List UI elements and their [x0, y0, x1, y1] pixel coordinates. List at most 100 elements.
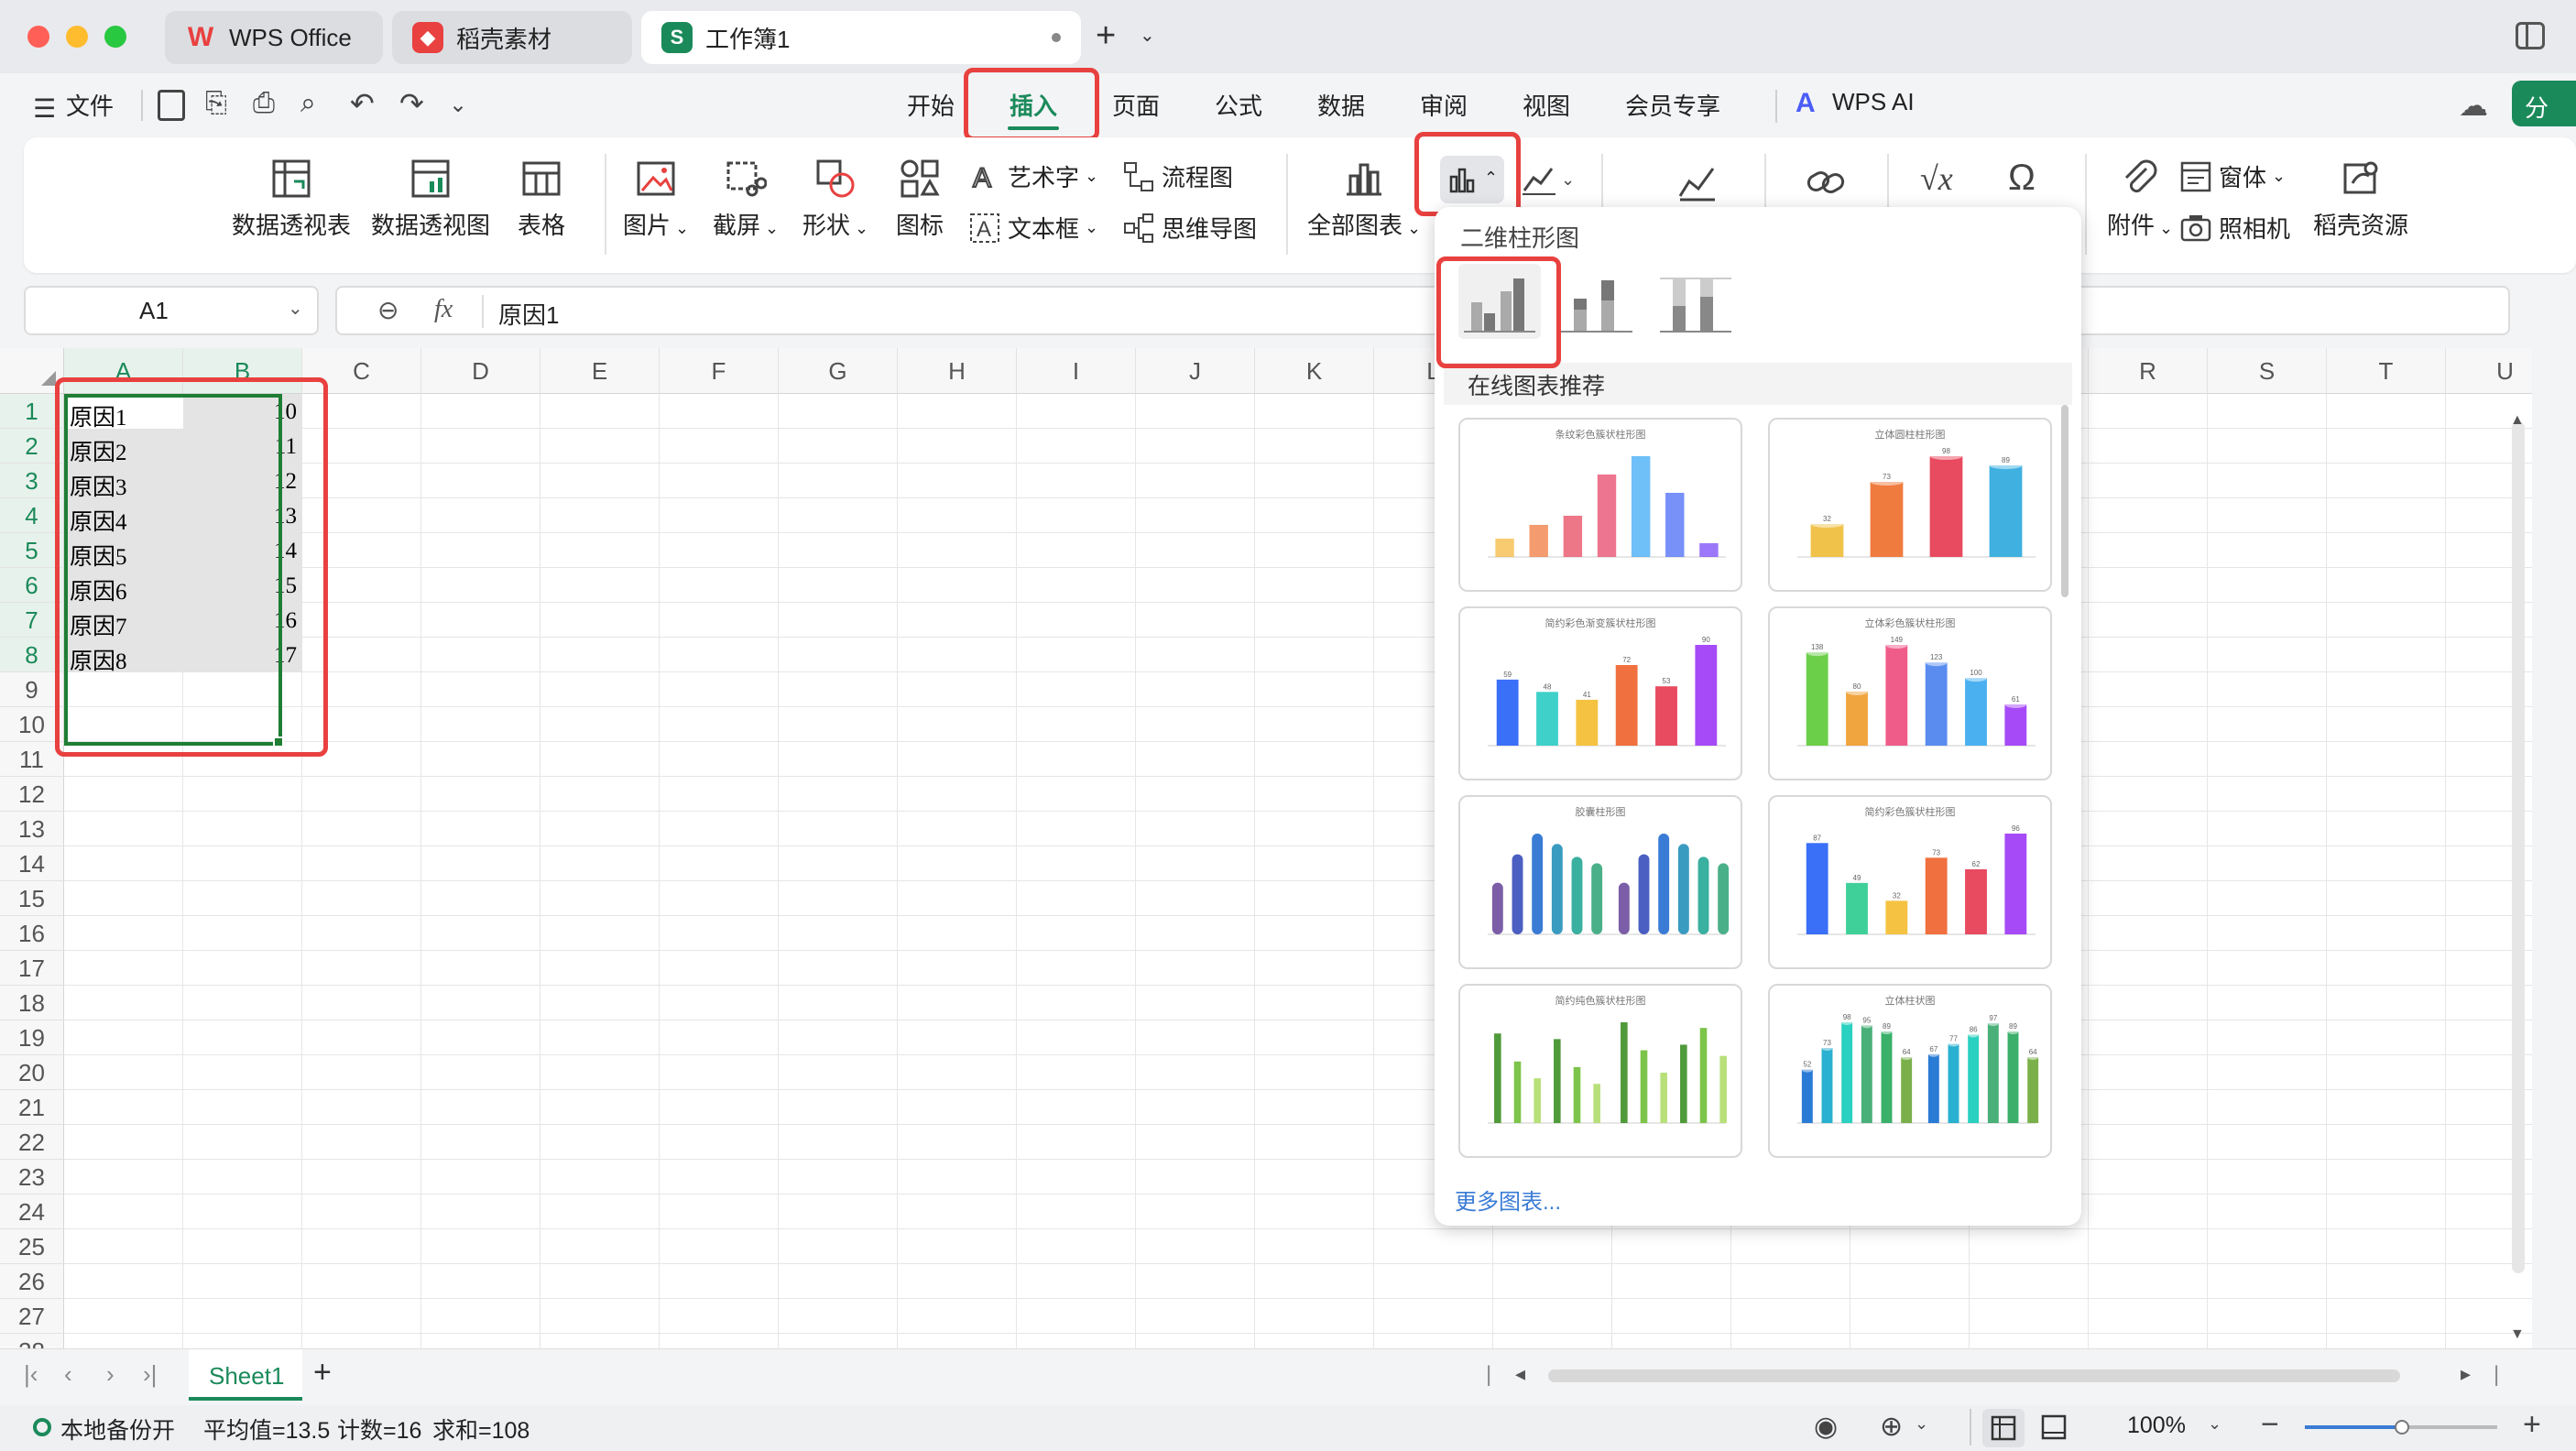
page-view-button[interactable]: [2041, 1414, 2067, 1445]
chart-template-card[interactable]: 立体圆柱柱形图 32 73 98 89: [1768, 418, 2052, 592]
split-handle-right[interactable]: |: [2494, 1362, 2499, 1388]
chevron-down-icon[interactable]: ⌄: [1915, 1414, 1928, 1434]
spreadsheet-grid[interactable]: ABCDEFGHIJKLMNOPQRSTUVW 1234567891011121…: [0, 348, 2532, 1348]
row-header[interactable]: 17: [0, 951, 64, 986]
name-box[interactable]: A1 ⌄: [24, 286, 319, 335]
row-header[interactable]: 24: [0, 1195, 64, 1229]
row-header[interactable]: 23: [0, 1160, 64, 1195]
form-button[interactable]: 窗体 ⌄: [2180, 159, 2286, 193]
tab-wps-office[interactable]: W WPS Office: [165, 11, 383, 64]
wps-ai-button[interactable]: WPS AI: [1832, 88, 1915, 116]
eye-protection-icon[interactable]: ◉: [1814, 1411, 1838, 1443]
sparkline-button[interactable]: [1676, 161, 1719, 208]
menu-tab-view[interactable]: 视图: [1523, 88, 1570, 122]
tab-workbook1[interactable]: S 工作簿1: [641, 11, 1081, 64]
normal-view-button[interactable]: [1982, 1409, 2025, 1447]
scroll-right-icon[interactable]: ▸: [2461, 1362, 2471, 1386]
pivot-table-button[interactable]: 数据透视表: [227, 158, 355, 241]
row-header[interactable]: 22: [0, 1125, 64, 1160]
more-chevron-icon[interactable]: ⌄: [449, 92, 467, 118]
chart-template-card[interactable]: 胶囊柱形图: [1458, 795, 1742, 969]
art-text-button[interactable]: A 艺术字 ⌄: [969, 159, 1098, 193]
row-header[interactable]: 27: [0, 1299, 64, 1334]
menu-tab-formula[interactable]: 公式: [1215, 88, 1262, 122]
zoom-level[interactable]: 100%: [2127, 1413, 2186, 1439]
attachment-button[interactable]: 附件 ⌄: [2101, 158, 2178, 241]
column-header[interactable]: D: [421, 348, 540, 394]
close-window-button[interactable]: [27, 26, 49, 48]
chart-template-card[interactable]: 简约纯色簇状柱形图: [1458, 984, 1742, 1158]
column-header[interactable]: F: [660, 348, 779, 394]
tab-docer[interactable]: ◆ 稻壳素材: [392, 11, 632, 64]
line-chart-dropdown-button[interactable]: ⌄: [1521, 161, 1576, 202]
row-header[interactable]: 19: [0, 1020, 64, 1055]
row-header[interactable]: 18: [0, 986, 64, 1020]
sidebar-toggle-icon[interactable]: [2516, 22, 2545, 49]
zoom-search-icon[interactable]: ⊖: [377, 295, 398, 325]
menu-tab-member[interactable]: 会员专享: [1625, 88, 1720, 122]
first-sheet-icon[interactable]: |‹: [24, 1360, 38, 1389]
add-sheet-button[interactable]: +: [313, 1355, 332, 1391]
print-preview-icon[interactable]: ⌕: [300, 88, 316, 119]
icon-button[interactable]: 图标: [890, 158, 949, 241]
row-header[interactable]: 15: [0, 881, 64, 916]
chart-template-card[interactable]: 简约彩色簇状柱形图 87 49 32 73 62 96: [1768, 795, 2052, 969]
chart-template-card[interactable]: 立体彩色簇状柱形图 138 80 149 123 100 61: [1768, 606, 2052, 780]
pivot-chart-button[interactable]: 数据透视图: [366, 158, 495, 241]
formula-input[interactable]: ⊖ fx 原因1: [335, 286, 2510, 335]
row-header[interactable]: 20: [0, 1055, 64, 1090]
menu-tab-review[interactable]: 审阅: [1420, 88, 1468, 122]
equation-button[interactable]: √x: [1920, 159, 1953, 198]
column-header[interactable]: E: [540, 348, 660, 394]
percent-stacked-column-chart-option[interactable]: [1654, 264, 1737, 339]
split-handle[interactable]: |: [1486, 1362, 1491, 1388]
flowchart-button[interactable]: 流程图: [1123, 159, 1233, 193]
column-header[interactable]: U: [2446, 348, 2532, 394]
row-header[interactable]: 21: [0, 1090, 64, 1125]
print-icon[interactable]: ⎙: [253, 88, 275, 119]
row-header[interactable]: 13: [0, 812, 64, 846]
more-charts-link[interactable]: 更多图表...: [1455, 1184, 1561, 1216]
file-menu[interactable]: 文件: [66, 88, 114, 122]
menu-tab-page[interactable]: 页面: [1112, 88, 1160, 122]
column-header[interactable]: S: [2208, 348, 2327, 394]
popup-scrollbar[interactable]: [2061, 405, 2068, 597]
prev-sheet-icon[interactable]: ‹: [64, 1360, 72, 1389]
fx-icon[interactable]: fx: [434, 295, 453, 324]
column-header[interactable]: H: [898, 348, 1017, 394]
row-header[interactable]: 28: [0, 1334, 64, 1348]
zoom-slider-thumb[interactable]: [2395, 1420, 2409, 1435]
save-icon[interactable]: [158, 90, 185, 121]
chevron-down-icon[interactable]: ⌄: [2208, 1414, 2221, 1434]
chart-template-card[interactable]: 简约彩色渐变簇状柱形图 59 48 41 72 53 90: [1458, 606, 1742, 780]
menu-tab-home[interactable]: 开始: [907, 88, 955, 122]
column-header[interactable]: K: [1255, 348, 1374, 394]
screenshot-button[interactable]: 截屏 ⌄: [709, 158, 782, 241]
zoom-in-button[interactable]: +: [2523, 1407, 2541, 1443]
stacked-column-chart-option[interactable]: [1555, 264, 1638, 339]
last-sheet-icon[interactable]: ›|: [143, 1360, 157, 1389]
chart-template-card[interactable]: 条纹彩色簇状柱形图: [1458, 418, 1742, 592]
next-sheet-icon[interactable]: ›: [106, 1360, 115, 1389]
column-header[interactable]: G: [779, 348, 898, 394]
row-header[interactable]: 12: [0, 777, 64, 812]
row-header[interactable]: 14: [0, 846, 64, 881]
symbol-button[interactable]: Ω: [2008, 158, 2036, 199]
maximize-window-button[interactable]: [104, 26, 126, 48]
zoom-out-button[interactable]: −: [2261, 1407, 2279, 1443]
picture-button[interactable]: 图片 ⌄: [619, 158, 693, 241]
row-header[interactable]: 25: [0, 1229, 64, 1264]
column-header[interactable]: R: [2089, 348, 2208, 394]
column-header[interactable]: J: [1136, 348, 1255, 394]
share-button[interactable]: 分: [2512, 81, 2576, 126]
backup-status[interactable]: 本地备份开: [60, 1413, 175, 1446]
shape-button[interactable]: 形状 ⌄: [799, 158, 872, 241]
new-tab-button[interactable]: +: [1096, 16, 1116, 56]
scroll-up-icon[interactable]: ▲: [2510, 412, 2525, 429]
menu-tab-data[interactable]: 数据: [1317, 88, 1365, 122]
sheet-tab-sheet1[interactable]: Sheet1: [189, 1349, 302, 1401]
cloud-icon[interactable]: ☁: [2459, 88, 2488, 123]
horizontal-scrollbar[interactable]: [1548, 1369, 2400, 1382]
table-button[interactable]: 表格: [509, 158, 573, 241]
column-header[interactable]: I: [1017, 348, 1136, 394]
